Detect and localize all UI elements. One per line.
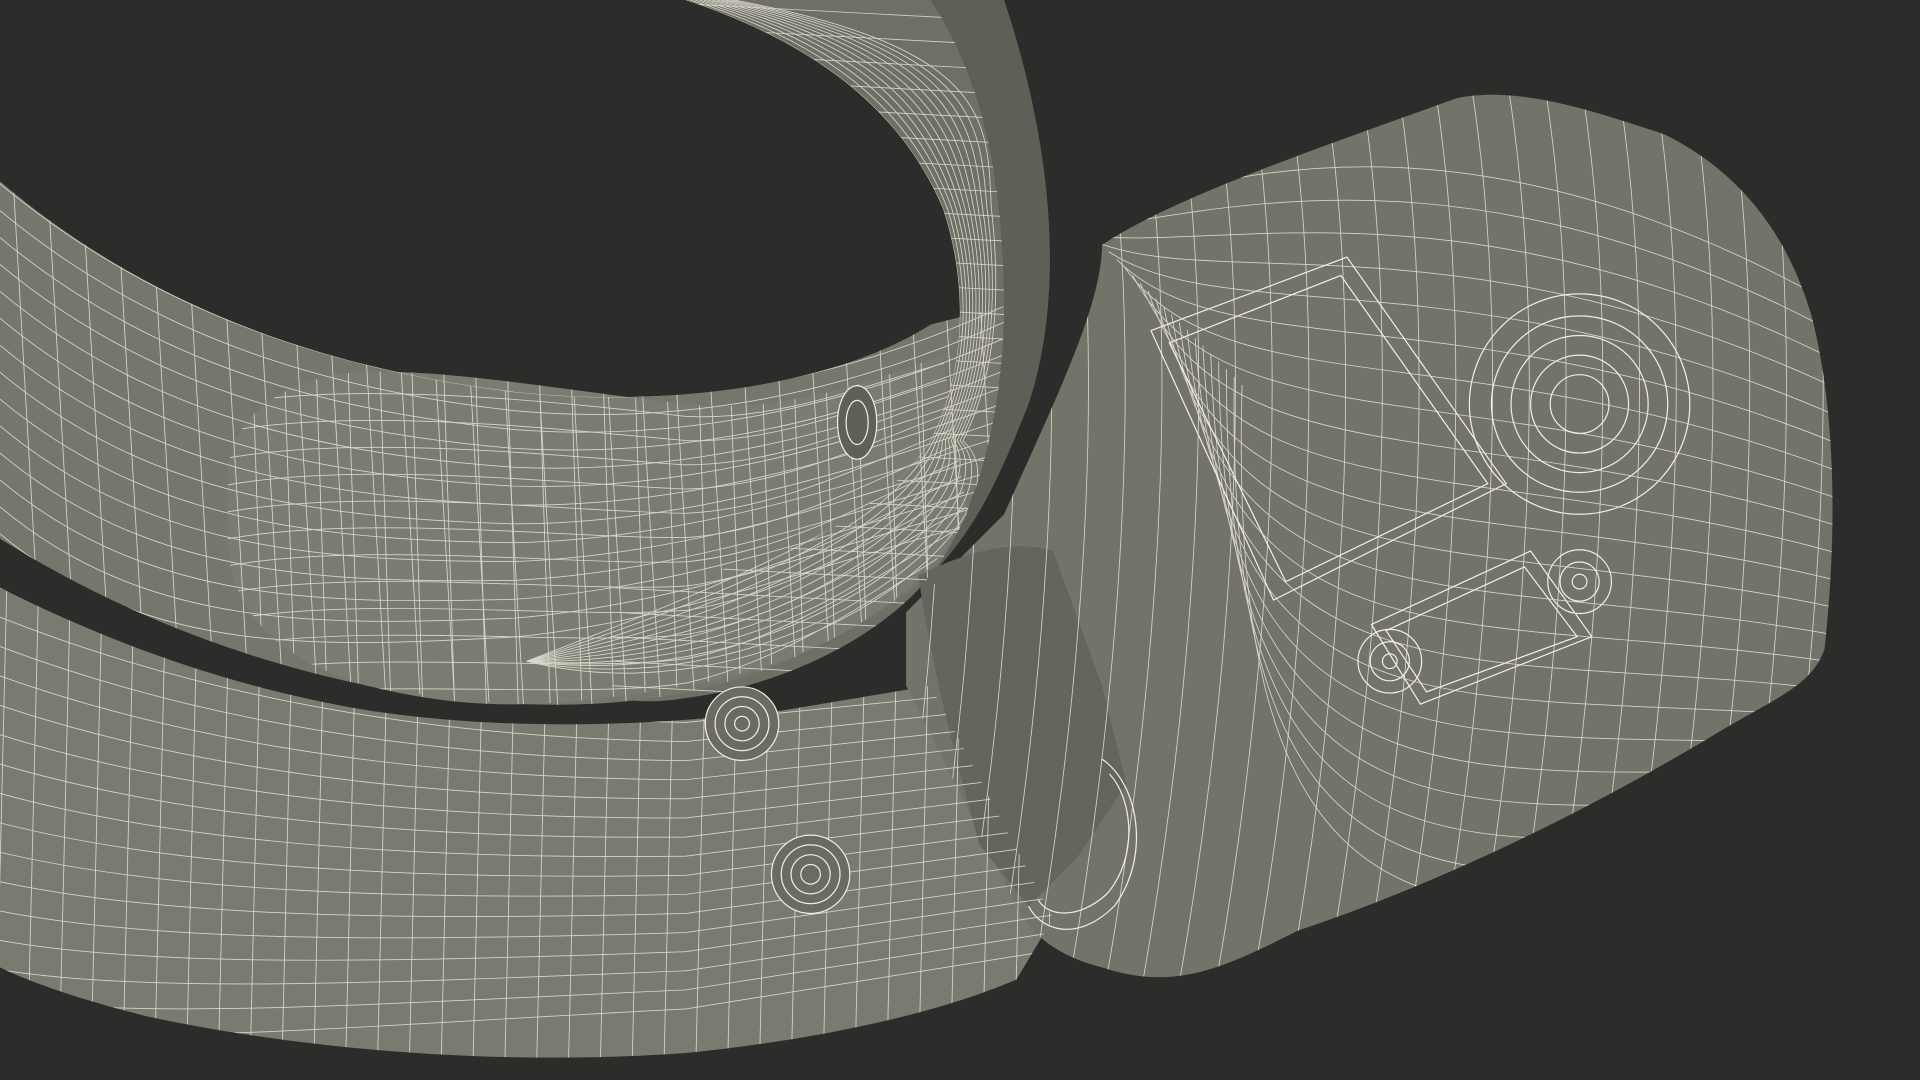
render-viewport: [0, 0, 1920, 1080]
wireframe-render: [0, 0, 1833, 1058]
belt-model: [0, 0, 1833, 1058]
